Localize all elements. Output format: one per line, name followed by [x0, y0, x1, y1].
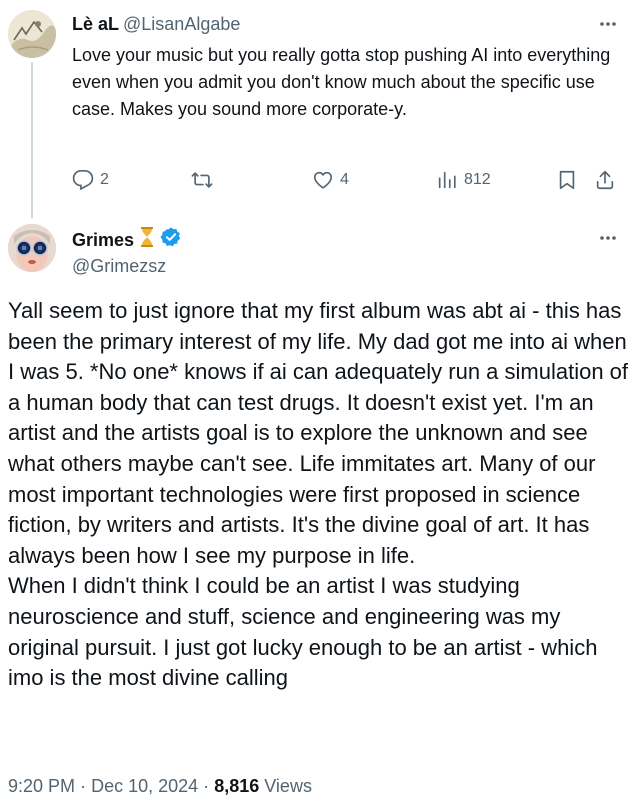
main-tweet: Grimes @Grimezsz Yall seem to just ignor…	[0, 222, 640, 800]
tweet-views-count: 8,816	[214, 776, 260, 796]
main-avatar[interactable]	[8, 224, 56, 272]
tweet-meta: 9:20 PM · Dec 10, 2024 · 8,816 Views	[8, 774, 312, 798]
thread-connector	[31, 62, 33, 218]
reply-count: 2	[100, 171, 109, 188]
like-count: 4	[340, 171, 349, 188]
reply-icon	[72, 169, 94, 191]
reply-author-handle[interactable]: @LisanAlgabe	[123, 14, 240, 34]
tweet-views-label: Views	[264, 776, 312, 796]
views-icon	[436, 169, 458, 191]
share-icon	[594, 169, 616, 191]
more-icon[interactable]	[598, 14, 618, 34]
tweet-time[interactable]: 9:20 PM	[8, 776, 75, 796]
hourglass-icon	[138, 226, 156, 254]
repost-icon	[190, 169, 214, 191]
like-button[interactable]: 4	[312, 166, 349, 194]
repost-button[interactable]	[190, 166, 220, 194]
bookmark-button[interactable]	[556, 166, 578, 194]
like-icon	[312, 169, 334, 191]
reply-author-name[interactable]: Lè aL	[72, 14, 119, 34]
views-count: 812	[464, 171, 491, 188]
meta-separator: ·	[203, 776, 210, 796]
bookmark-icon	[556, 169, 578, 191]
tweet-paragraph: When I didn't think I could be an artist…	[8, 573, 598, 691]
reply-avatar[interactable]	[8, 10, 56, 58]
reply-text: Love your music but you really gotta sto…	[72, 45, 611, 119]
main-author-name[interactable]: Grimes	[72, 228, 134, 252]
main-tweet-text: Yall seem to just ignore that my first a…	[8, 296, 632, 694]
share-button[interactable]	[594, 166, 616, 194]
views-button[interactable]: 812	[436, 166, 491, 194]
verified-icon	[160, 226, 182, 254]
main-author-row: Grimes	[72, 226, 182, 254]
reply-tweet[interactable]: Lè aL @LisanAlgabe Love your music but yo…	[0, 0, 640, 222]
meta-separator: ·	[80, 776, 87, 796]
reply-action-bar: 2 4 812	[72, 166, 622, 194]
reply-button[interactable]: 2	[72, 166, 109, 194]
tweet-paragraph: Yall seem to just ignore that my first a…	[8, 298, 629, 568]
more-icon[interactable]	[598, 228, 618, 248]
reply-header: Lè aL @LisanAlgabe	[72, 12, 240, 36]
main-author-handle[interactable]: @Grimezsz	[72, 254, 166, 278]
tweet-date[interactable]: Dec 10, 2024	[91, 776, 198, 796]
